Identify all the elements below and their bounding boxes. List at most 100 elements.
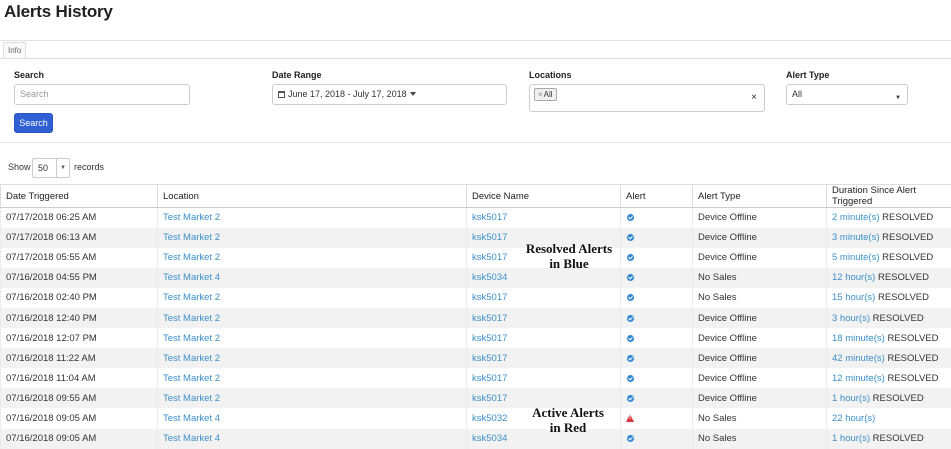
cell-date: 07/16/2018 12:40 PM xyxy=(0,307,158,329)
duration-link[interactable]: 5 minute(s) xyxy=(832,252,880,263)
cell-alert xyxy=(620,368,693,389)
state-text: RESOLVED xyxy=(882,212,934,224)
cell-duration: 3 hour(s) RESOLVED xyxy=(826,307,951,329)
cell-alert-type: Device Offline xyxy=(692,247,827,268)
device-link[interactable]: ksk5017 xyxy=(466,368,621,389)
duration-link[interactable]: 42 minute(s) xyxy=(832,353,885,364)
table-row: 07/16/2018 02:40 PM Test Market 2 ksk5017 N… xyxy=(0,287,951,308)
state-text: RESOLVED xyxy=(882,232,934,244)
warning-triangle-icon xyxy=(626,413,634,422)
location-link[interactable]: Test Market 4 xyxy=(157,428,467,449)
cell-date: 07/16/2018 04:55 PM xyxy=(0,267,158,288)
page-size-select[interactable]: 50 ▼ xyxy=(32,158,70,178)
location-link[interactable]: Test Market 2 xyxy=(157,348,467,369)
cell-date: 07/16/2018 12:07 PM xyxy=(0,328,158,349)
alert-type-label: Alert Type xyxy=(786,70,830,80)
check-circle-icon xyxy=(627,354,634,362)
location-link[interactable]: Test Market 2 xyxy=(157,307,467,329)
clear-icon[interactable]: × xyxy=(751,88,757,107)
col-duration[interactable]: Duration Since Alert Triggered xyxy=(826,184,951,208)
duration-link[interactable]: 12 hour(s) xyxy=(832,272,875,283)
locations-select[interactable]: ×All × xyxy=(529,84,765,112)
cell-duration: 12 minute(s) RESOLVED xyxy=(826,368,951,389)
device-link[interactable]: ksk5017 xyxy=(466,328,621,349)
table-header-row: Date Triggered Location Device Name Aler… xyxy=(0,184,951,208)
location-link[interactable]: Test Market 4 xyxy=(157,408,467,429)
cell-date: 07/16/2018 09:05 AM xyxy=(0,408,158,429)
col-alert[interactable]: Alert xyxy=(620,184,693,208)
state-text: RESOLVED xyxy=(887,332,939,344)
alerts-table: Date Triggered Location Device Name Aler… xyxy=(0,184,951,449)
check-circle-icon xyxy=(627,254,634,262)
col-location[interactable]: Location xyxy=(157,184,467,208)
records-label: records xyxy=(74,162,105,172)
date-range-picker[interactable]: June 17, 2018 - July 17, 2018 xyxy=(272,84,507,105)
state-text: RESOLVED xyxy=(872,433,924,445)
table-row: 07/16/2018 11:22 AM Test Market 2 ksk5017 D… xyxy=(0,348,951,369)
show-label: Show xyxy=(8,162,31,172)
tab-info[interactable]: Info xyxy=(3,42,27,59)
col-alert-type[interactable]: Alert Type xyxy=(692,184,827,208)
cell-duration: 1 hour(s) RESOLVED xyxy=(826,428,951,449)
cell-alert-type: Device Offline xyxy=(692,388,827,409)
chevron-down-icon: ▼ xyxy=(895,95,901,101)
location-link[interactable]: Test Market 2 xyxy=(157,388,467,409)
page-title: Alerts History xyxy=(4,2,113,21)
location-link[interactable]: Test Market 2 xyxy=(157,247,467,268)
cell-duration: 15 hour(s) RESOLVED xyxy=(826,287,951,308)
duration-link[interactable]: 3 hour(s) xyxy=(832,313,870,324)
cell-date: 07/17/2018 06:13 AM xyxy=(0,227,158,248)
col-device-name[interactable]: Device Name xyxy=(466,184,621,208)
cell-alert xyxy=(620,388,693,409)
alert-type-select[interactable]: All ▼ xyxy=(786,84,908,105)
cell-date: 07/17/2018 06:25 AM xyxy=(0,207,158,228)
state-text: RESOLVED xyxy=(877,272,929,284)
filter-divider xyxy=(0,142,951,143)
duration-link[interactable]: 1 hour(s) xyxy=(832,393,870,404)
col-date-triggered[interactable]: Date Triggered xyxy=(0,184,158,208)
cell-date: 07/16/2018 11:22 AM xyxy=(0,348,158,369)
duration-link[interactable]: 3 minute(s) xyxy=(832,232,880,243)
calendar-icon xyxy=(278,91,285,98)
alert-type-value: All xyxy=(792,89,803,99)
search-input[interactable]: Search xyxy=(14,84,190,105)
table-row: 07/16/2018 09:05 AMTest Market 4ksk5032N… xyxy=(0,408,951,429)
location-link[interactable]: Test Market 4 xyxy=(157,267,467,288)
table-row: 07/16/2018 09:05 AM Test Market 4 ksk5034 N… xyxy=(0,428,951,449)
device-link[interactable]: ksk5017 xyxy=(466,348,621,369)
panel-divider xyxy=(0,58,951,59)
location-link[interactable]: Test Market 2 xyxy=(157,287,467,308)
date-range-label: Date Range xyxy=(272,70,322,80)
search-button[interactable]: Search xyxy=(14,113,53,133)
check-circle-icon xyxy=(627,435,634,443)
check-circle-icon xyxy=(627,334,634,342)
location-link[interactable]: Test Market 2 xyxy=(157,227,467,248)
location-link[interactable]: Test Market 2 xyxy=(157,328,467,349)
device-link[interactable]: ksk5017 xyxy=(466,287,621,308)
cell-alert xyxy=(620,227,693,248)
cell-duration: 1 hour(s) RESOLVED xyxy=(826,388,951,409)
check-circle-icon xyxy=(627,374,634,382)
check-circle-icon xyxy=(627,234,634,242)
location-link[interactable]: Test Market 2 xyxy=(157,207,467,228)
device-link[interactable]: ksk5017 xyxy=(466,307,621,329)
cell-duration: 22 hour(s) xyxy=(826,408,951,429)
table-row: 07/17/2018 05:55 AM Test Market 2 ksk5017 D… xyxy=(0,247,951,268)
cell-alert-type: No Sales xyxy=(692,408,827,429)
page-size-value: 50 xyxy=(38,163,49,173)
duration-link[interactable]: 15 hour(s) xyxy=(832,292,875,303)
cell-alert-type: No Sales xyxy=(692,428,827,449)
duration-link[interactable]: 18 minute(s) xyxy=(832,333,885,344)
remove-tag-icon[interactable]: × xyxy=(538,90,543,99)
duration-link[interactable]: 22 hour(s) xyxy=(832,413,875,424)
duration-link[interactable]: 12 minute(s) xyxy=(832,373,885,384)
state-text: RESOLVED xyxy=(887,352,939,364)
location-tag[interactable]: ×All xyxy=(534,88,557,101)
cell-duration: 12 hour(s) RESOLVED xyxy=(826,267,951,288)
cell-duration: 5 minute(s) RESOLVED xyxy=(826,247,951,268)
duration-link[interactable]: 2 minute(s) xyxy=(832,212,880,223)
device-link[interactable]: ksk5017 xyxy=(466,207,621,228)
duration-link[interactable]: 1 hour(s) xyxy=(832,433,870,444)
location-link[interactable]: Test Market 2 xyxy=(157,368,467,389)
state-text: RESOLVED xyxy=(882,252,934,264)
